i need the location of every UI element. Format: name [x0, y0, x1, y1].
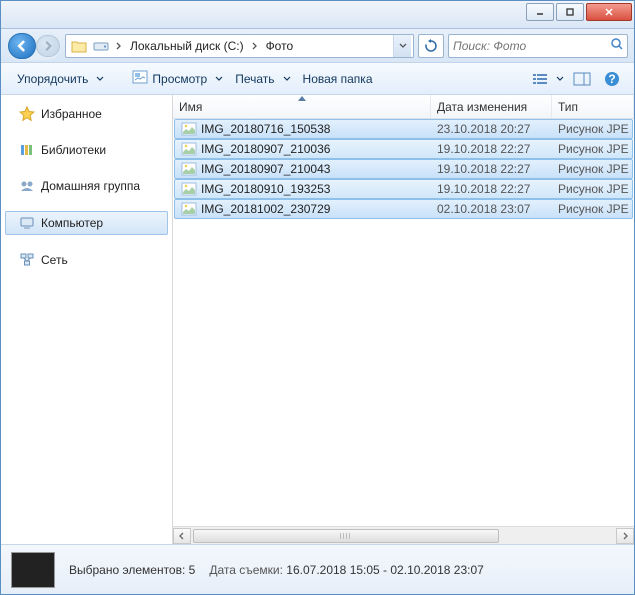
file-type-cell: Рисунок JPE [552, 182, 632, 196]
date-taken-value: 16.07.2018 15:05 - 02.10.2018 23:07 [286, 563, 484, 577]
sidebar-libraries[interactable]: Библиотеки [1, 139, 172, 161]
search-icon [610, 37, 624, 54]
computer-icon [19, 215, 35, 231]
sidebar-computer[interactable]: Компьютер [5, 211, 168, 235]
scroll-track[interactable] [191, 528, 616, 544]
breadcrumb[interactable]: Локальный диск (C:) Фото [65, 34, 414, 58]
forward-button[interactable] [36, 35, 60, 57]
search-input[interactable] [453, 39, 610, 53]
file-row[interactable]: IMG_20180716_15053823.10.2018 20:27Рисун… [174, 119, 633, 139]
file-row[interactable]: IMG_20181002_23072902.10.2018 23:07Рисун… [174, 199, 633, 219]
preview-icon [132, 70, 148, 87]
sidebar-homegroup[interactable]: Домашняя группа [1, 175, 172, 197]
sidebar-item-label: Избранное [41, 107, 102, 121]
content-area: Имя Дата изменения Тип IMG_20180716_1505… [173, 95, 634, 544]
image-file-icon [181, 122, 197, 136]
newfolder-button[interactable]: Новая папка [295, 67, 381, 91]
view-dropdown[interactable] [554, 67, 566, 91]
file-name-cell: IMG_20180716_150538 [175, 122, 431, 136]
file-row[interactable]: IMG_20180910_19325319.10.2018 22:27Рисун… [174, 179, 633, 199]
sidebar-favorites[interactable]: Избранное [1, 103, 172, 125]
preview-dropdown[interactable] [213, 67, 225, 91]
drive-icon [92, 37, 110, 55]
column-date[interactable]: Дата изменения [431, 95, 552, 118]
titlebar [1, 1, 634, 29]
view-mode-button[interactable] [528, 67, 556, 91]
date-taken-label: Дата съемки: [209, 563, 283, 577]
sidebar-item-label: Библиотеки [41, 143, 106, 157]
image-file-icon [181, 142, 197, 156]
sidebar-item-label: Домашняя группа [41, 179, 140, 193]
file-name-cell: IMG_20180910_193253 [175, 182, 431, 196]
scroll-right-button[interactable] [616, 528, 634, 544]
file-row[interactable]: IMG_20180907_21003619.10.2018 22:27Рисун… [174, 139, 633, 159]
image-file-icon [181, 162, 197, 176]
file-name-cell: IMG_20180907_210036 [175, 142, 431, 156]
horizontal-scrollbar[interactable] [173, 526, 634, 544]
file-date-cell: 19.10.2018 22:27 [431, 182, 552, 196]
homegroup-icon [19, 178, 35, 194]
breadcrumb-chevron-icon[interactable] [112, 35, 126, 57]
network-icon [19, 252, 35, 268]
column-type[interactable]: Тип [552, 95, 634, 118]
nav-buttons [7, 32, 61, 60]
file-name-cell: IMG_20181002_230729 [175, 202, 431, 216]
minimize-button[interactable] [526, 3, 554, 21]
search-box[interactable] [448, 34, 628, 58]
print-button[interactable]: Печать [227, 67, 282, 91]
scroll-left-button[interactable] [173, 528, 191, 544]
maximize-button[interactable] [556, 3, 584, 21]
scroll-thumb[interactable] [193, 529, 499, 543]
preview-label: Просмотр [152, 72, 207, 86]
libraries-icon [19, 142, 35, 158]
sidebar-item-label: Компьютер [41, 216, 103, 230]
preview-pane-button[interactable] [568, 67, 596, 91]
image-file-icon [181, 202, 197, 216]
breadcrumb-segment[interactable]: Локальный диск (C:) [126, 35, 248, 57]
breadcrumb-segment[interactable]: Фото [262, 35, 298, 57]
file-type-cell: Рисунок JPE [552, 202, 632, 216]
folder-icon [70, 37, 88, 55]
file-row[interactable]: IMG_20180907_21004319.10.2018 22:27Рисун… [174, 159, 633, 179]
preview-thumbnail [11, 552, 55, 588]
nav-row: Локальный диск (C:) Фото [1, 29, 634, 63]
close-button[interactable] [586, 3, 632, 21]
file-date-cell: 19.10.2018 22:27 [431, 162, 552, 176]
sidebar-item-label: Сеть [41, 253, 68, 267]
status-bar: Выбрано элементов: 5 Дата съемки: 16.07.… [1, 544, 634, 594]
star-icon [19, 106, 35, 122]
explorer-window: Локальный диск (C:) Фото Упорядочить Про… [0, 0, 635, 595]
file-name-cell: IMG_20180907_210043 [175, 162, 431, 176]
breadcrumb-chevron-icon[interactable] [248, 35, 262, 57]
organize-dropdown[interactable] [94, 67, 106, 91]
image-file-icon [181, 182, 197, 196]
file-date-cell: 23.10.2018 20:27 [431, 122, 552, 136]
sidebar-network[interactable]: Сеть [1, 249, 172, 271]
sidebar: Избранное Библиотеки Домашняя группа Ком… [1, 95, 173, 544]
body: Избранное Библиотеки Домашняя группа Ком… [1, 95, 634, 544]
svg-text:?: ? [608, 72, 615, 86]
file-date-cell: 02.10.2018 23:07 [431, 202, 552, 216]
preview-button[interactable]: Просмотр [124, 67, 215, 91]
toolbar: Упорядочить Просмотр Печать Новая папка … [1, 63, 634, 95]
back-button[interactable] [8, 33, 36, 59]
selected-count: Выбрано элементов: 5 [69, 563, 195, 577]
breadcrumb-dropdown[interactable] [393, 35, 411, 57]
print-dropdown[interactable] [281, 67, 293, 91]
file-date-cell: 19.10.2018 22:27 [431, 142, 552, 156]
organize-button[interactable]: Упорядочить [9, 67, 96, 91]
status-text: Выбрано элементов: 5 Дата съемки: 16.07.… [69, 563, 484, 577]
file-type-cell: Рисунок JPE [552, 122, 632, 136]
file-type-cell: Рисунок JPE [552, 162, 632, 176]
help-button[interactable]: ? [598, 67, 626, 91]
column-header: Имя Дата изменения Тип [173, 95, 634, 119]
refresh-button[interactable] [418, 34, 444, 58]
column-name[interactable]: Имя [173, 95, 431, 118]
file-list[interactable]: IMG_20180716_15053823.10.2018 20:27Рисун… [173, 119, 634, 526]
file-type-cell: Рисунок JPE [552, 142, 632, 156]
